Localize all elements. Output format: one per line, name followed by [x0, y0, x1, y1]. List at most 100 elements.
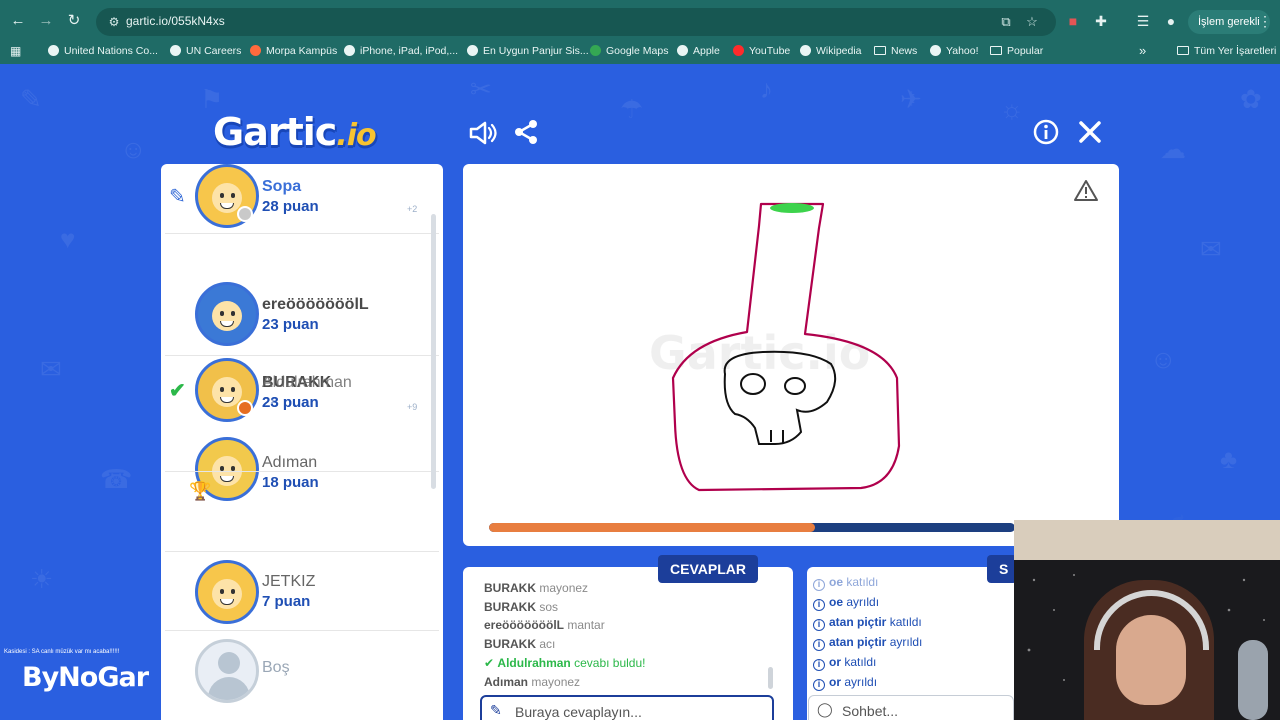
close-icon[interactable]	[1074, 118, 1106, 150]
players-scrollbar[interactable]	[431, 214, 436, 489]
report-warning-icon[interactable]	[1073, 178, 1099, 204]
bookmark-label: iPhone, iPad, iPod,...	[360, 45, 459, 57]
globe-icon	[48, 45, 59, 56]
player-score: 28 puan	[262, 198, 319, 215]
bookmark-label: Popular	[1007, 45, 1044, 57]
browser-toolbar: ← → ↻ ⚙ gartic.io/055kN4xs ⧉ ☆ ■ ✚ ☰ ● İ…	[0, 0, 1280, 42]
bookmark-label: UN Careers	[186, 45, 242, 57]
player-name: Adıman	[262, 454, 318, 471]
bookmark-star-icon[interactable]: ☆	[1024, 14, 1040, 30]
player-row: ✎ Sopa 28 puan +2	[161, 164, 443, 242]
info-icon: i	[813, 679, 825, 691]
points-gained: +9	[407, 402, 418, 412]
all-bookmarks-item[interactable]: Tüm Yer İşaretleri	[1177, 45, 1276, 57]
pencil-drawing-icon: ✎	[169, 186, 186, 208]
folder-icon	[990, 46, 1002, 55]
status-dot	[237, 206, 253, 222]
drawing-canvas[interactable]: Gartic.io	[463, 164, 1119, 546]
bookmark-label: En Uygun Panjur Sis...	[483, 45, 589, 57]
bookmark-item[interactable]: UN Careers	[170, 45, 241, 57]
player-name: Boş	[262, 659, 290, 676]
stream-chat-note: Kasidesi : SA canlı müzük var mı acaba!!…	[4, 649, 120, 655]
player-row: JETKIZ 7 puan	[161, 560, 443, 638]
avatar	[195, 282, 259, 346]
player-row: ereööööööölL 23 puan	[161, 282, 443, 360]
sound-icon[interactable]	[466, 118, 498, 150]
info-icon: i	[813, 579, 825, 591]
globe-icon	[930, 45, 941, 56]
info-icon[interactable]	[1030, 118, 1062, 150]
maps-pin-icon	[590, 45, 601, 56]
folder-icon	[1177, 46, 1189, 55]
answer-message: BURAKK sos	[484, 600, 559, 614]
player-name-overlap: Aldulrahman	[262, 374, 352, 391]
extension-icon[interactable]: ■	[1064, 12, 1082, 30]
chat-input[interactable]: ◯ Sohbet...	[808, 695, 1014, 720]
extensions-puzzle-icon[interactable]: ✚	[1092, 12, 1110, 30]
player-row: 🏆 Adıman 18 puan	[161, 437, 443, 515]
bookmark-item[interactable]: United Nations Co...	[48, 45, 158, 57]
avatar	[195, 560, 259, 624]
answers-tab-label: CEVAPLAR	[658, 555, 758, 583]
share-icon[interactable]	[510, 118, 542, 150]
bookmark-item[interactable]: Yahoo!	[930, 45, 979, 57]
round-timer-bar	[489, 523, 1015, 532]
correct-check-icon: ✔	[484, 656, 495, 670]
player-name: JETKIZ	[262, 573, 316, 590]
bookmark-item[interactable]: Morpa Kampüs	[250, 45, 337, 57]
bookmark-item[interactable]: YouTube	[733, 45, 790, 57]
points-gained: +2	[407, 204, 418, 214]
chat-system-message: i atan piçtir ayrıldı	[813, 635, 922, 651]
bookmark-label: Wikipedia	[816, 45, 862, 57]
chat-system-message: i oe katıldı	[813, 575, 878, 591]
bookmark-label: YouTube	[749, 45, 791, 57]
webcam-overlay	[1014, 520, 1280, 720]
profile-avatar-icon[interactable]: ●	[1162, 12, 1180, 30]
player-row-empty: Boş	[161, 639, 443, 717]
player-score: 23 puan	[262, 316, 319, 333]
bookmark-item[interactable]: Wikipedia	[800, 45, 862, 57]
folder-icon	[874, 46, 886, 55]
morpa-icon	[250, 45, 261, 56]
url-text: gartic.io/055kN4xs	[126, 14, 225, 28]
bookmark-item[interactable]: Apple	[677, 45, 720, 57]
back-arrow-icon[interactable]: ←	[8, 11, 28, 31]
player-score-overlap: 28 puan	[262, 394, 319, 411]
answer-message: ereööööööölL mantar	[484, 618, 605, 632]
answers-scrollbar[interactable]	[768, 667, 773, 689]
install-app-icon[interactable]: ⧉	[998, 14, 1014, 30]
chat-input-placeholder: Sohbet...	[842, 703, 899, 719]
forward-arrow-icon[interactable]: →	[36, 11, 56, 31]
bookmark-label: Morpa Kampüs	[266, 45, 338, 57]
gartic-logo: Gartic.io	[213, 110, 377, 154]
browser-menu-icon[interactable]: ⋮	[1256, 12, 1274, 30]
chat-system-message: i or ayrıldı	[813, 675, 877, 691]
answer-input[interactable]: ✎ Buraya cevaplayın...	[480, 695, 774, 720]
site-settings-icon[interactable]: ⚙	[106, 14, 122, 30]
player-score: 18 puan	[262, 474, 319, 491]
youtube-icon	[733, 45, 744, 56]
apps-grid-icon[interactable]: ▦	[10, 45, 22, 57]
stream-logo: ByNoGar	[22, 662, 149, 693]
bookmark-label: Google Maps	[606, 45, 669, 57]
bookmark-item[interactable]: Google Maps	[590, 45, 668, 57]
players-panel: ✎ Sopa 28 puan +2 ereööööööölL 23 puan ✔…	[161, 164, 443, 720]
address-bar[interactable]: ⚙ gartic.io/055kN4xs ⧉ ☆	[96, 8, 1056, 36]
chat-system-message: i or katıldı	[813, 655, 876, 671]
globe-icon	[170, 45, 181, 56]
bookmarks-bar: United Nations Co... UN Careers Morpa Ka…	[0, 42, 1280, 64]
bookmark-item[interactable]: Popular	[990, 45, 1043, 57]
bookmark-item[interactable]: En Uygun Panjur Sis...	[467, 45, 589, 57]
player-name: ereööööööölL	[262, 296, 369, 313]
reload-icon[interactable]: ↻	[64, 11, 84, 31]
bookmark-item[interactable]: iPhone, iPad, iPod,...	[344, 45, 458, 57]
globe-icon	[677, 45, 688, 56]
bookmark-label: News	[891, 45, 918, 57]
player-name: Sopa	[262, 178, 302, 195]
bookmark-item[interactable]: News	[874, 45, 917, 57]
bookmark-label: Apple	[693, 45, 720, 57]
info-icon: i	[813, 659, 825, 671]
bookmarks-overflow-button[interactable]: »	[1139, 43, 1146, 58]
reading-list-icon[interactable]: ☰	[1134, 12, 1152, 30]
empty-avatar-icon	[195, 639, 259, 703]
